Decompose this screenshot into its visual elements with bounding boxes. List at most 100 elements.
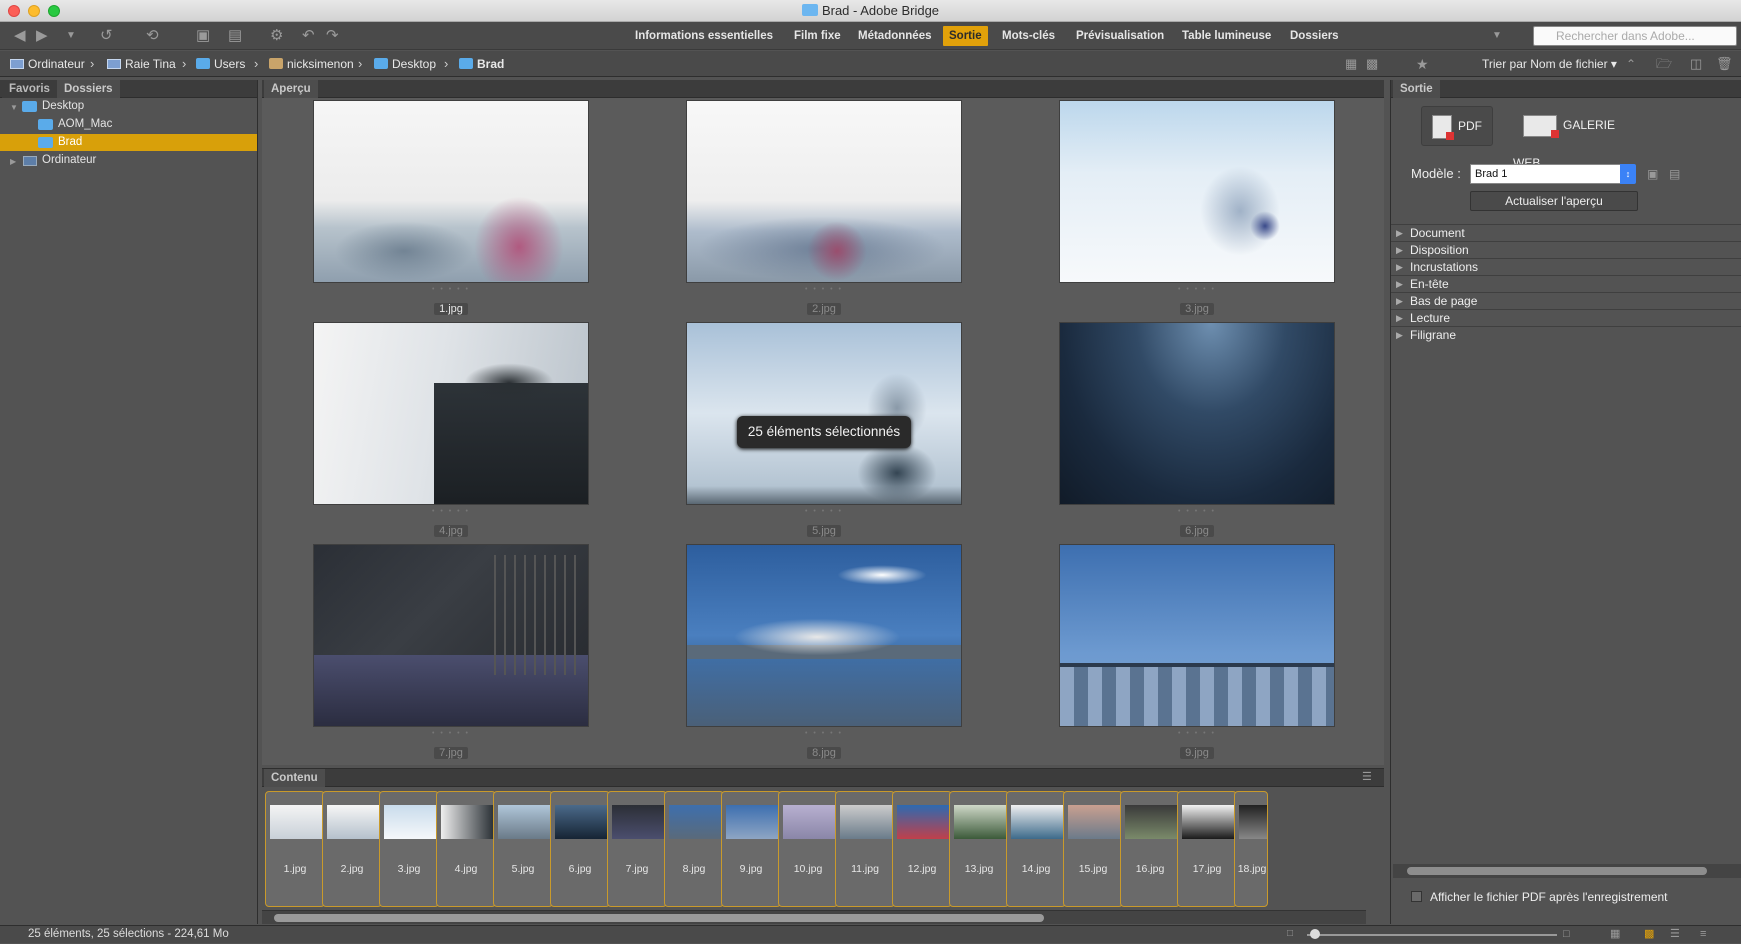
thumbnail-6[interactable] [1059,322,1335,505]
workspace-table-lumineuse[interactable]: Table lumineuse [1176,26,1277,46]
sort-dropdown[interactable]: Trier par Nom de fichier ▾ [1482,56,1617,72]
workspace-informations-essentielles[interactable]: Informations essentielles [629,26,779,46]
output-horizontal-scrollbar[interactable] [1393,864,1741,878]
horizontal-scrollbar[interactable] [262,910,1366,924]
rotate-icon[interactable]: ⟲ [146,26,159,46]
rotate-left-icon[interactable]: ↶ [302,26,315,46]
open-recent-icon[interactable]: 🗁 [1656,54,1672,74]
filmstrip-item[interactable]: 11.jpg [835,791,895,907]
rating-dots[interactable]: • • • • • [686,730,962,737]
details-view-icon[interactable]: ☰ [1670,924,1680,944]
history-dropdown-icon[interactable]: ▼ [66,26,76,46]
filmstrip-item[interactable]: 10.jpg [778,791,838,907]
thumbnail-9[interactable] [1059,544,1335,727]
breadcrumb-desktop[interactable]: Desktop [374,56,436,72]
thumbnail-7[interactable] [313,544,589,727]
workspace-mots-cles[interactable]: Mots-clés [996,26,1061,46]
workspace-metadonnees[interactable]: Métadonnées [852,26,938,46]
rating-dots[interactable]: • • • • • [313,286,589,293]
web-gallery-button[interactable]: GALERIE WEB [1513,106,1643,170]
forward-arrow-icon[interactable]: ▶ [36,26,48,46]
filmstrip-item[interactable]: 1.jpg [265,791,325,907]
tab-dossiers[interactable]: Dossiers [57,80,120,98]
breadcrumb-raie-tina[interactable]: Raie Tina [107,56,176,72]
filmstrip-item[interactable]: 8.jpg [664,791,724,907]
output-section[interactable]: ▶ Bas de page [1391,292,1741,309]
close-window-button[interactable] [8,5,20,17]
output-section[interactable]: ▶ Document [1391,224,1741,241]
rating-dots[interactable]: • • • • • [686,508,962,515]
expand-arrow-icon[interactable]: ▶ [1396,293,1403,309]
scrollbar-thumb[interactable] [274,914,1044,922]
thumbnail-5[interactable] [686,322,962,505]
grid-view-icon[interactable]: ▦ [1345,54,1357,74]
filmstrip-item[interactable]: 18.jpg [1234,791,1268,907]
thumbnail-8[interactable] [686,544,962,727]
show-pdf-checkbox[interactable] [1411,891,1422,902]
filmstrip-item[interactable]: 5.jpg [493,791,553,907]
filmstrip-item[interactable]: 9.jpg [721,791,781,907]
workspace-menu-icon[interactable]: ▼ [1492,26,1502,46]
breadcrumb-ordinateur[interactable]: Ordinateur [10,56,85,72]
camera-icon[interactable]: ▣ [196,26,210,46]
output-section[interactable]: ▶ Disposition [1391,241,1741,258]
tab-sortie[interactable]: Sortie [1393,80,1440,98]
refine-icon[interactable]: ⚙ [270,26,283,46]
filmstrip-item[interactable]: 4.jpg [436,791,496,907]
zoom-out-icon[interactable]: □ [1287,924,1293,944]
expand-arrow-icon[interactable]: ▼ [10,99,18,116]
thumbnail-1[interactable] [313,100,589,283]
tree-item-aom-mac[interactable]: AOM_Mac [0,116,257,133]
list-view-icon[interactable]: ≡ [1700,924,1706,944]
thumbnail-3[interactable] [1059,100,1335,283]
minimize-window-button[interactable] [28,5,40,17]
slider-knob[interactable] [1310,929,1320,939]
workspace-previsualisation[interactable]: Prévisualisation [1070,26,1170,46]
tree-item-desktop[interactable]: ▼ Desktop [0,98,257,115]
new-folder-icon[interactable]: ◫ [1690,54,1702,74]
panel-menu-icon[interactable]: ☰ [1362,767,1372,787]
filmstrip-item[interactable]: 16.jpg [1120,791,1180,907]
rating-dots[interactable]: • • • • • [686,286,962,293]
model-dropdown-icon[interactable]: ↕ [1620,164,1636,184]
collapse-arrow-icon[interactable]: ▶ [10,153,16,170]
filmstrip-item[interactable]: 15.jpg [1063,791,1123,907]
rating-dots[interactable]: • • • • • [1059,730,1335,737]
boomerang-icon[interactable]: ↺ [100,26,113,46]
filmstrip-item[interactable]: 2.jpg [322,791,382,907]
rating-dots[interactable]: • • • • • [1059,286,1335,293]
save-template-icon[interactable]: ▣ [1647,164,1658,184]
search-input[interactable]: Rechercher dans Adobe... [1533,26,1737,46]
sort-ascending-icon[interactable]: ⌃ [1626,54,1636,74]
filmstrip-item[interactable]: 17.jpg [1177,791,1237,907]
workspace-dossiers[interactable]: Dossiers [1284,26,1345,46]
breadcrumb-users[interactable]: Users [196,56,245,72]
rating-dots[interactable]: • • • • • [313,730,589,737]
thumbnail-quality-icon[interactable]: ▩ [1366,54,1378,74]
filmstrip-item[interactable]: 13.jpg [949,791,1009,907]
maximize-window-button[interactable] [48,5,60,17]
filmstrip-item[interactable]: 12.jpg [892,791,952,907]
thumbnail-4[interactable] [313,322,589,505]
thumbnail-size-slider[interactable] [1307,934,1557,936]
show-pdf-option[interactable]: Afficher le fichier PDF après l'enregist… [1411,890,1668,904]
zoom-in-icon[interactable]: □ [1563,924,1570,944]
workspace-film-fixe[interactable]: Film fixe [788,26,847,46]
tree-item-ordinateur[interactable]: ▶ Ordinateur [0,152,257,169]
rating-dots[interactable]: • • • • • [313,508,589,515]
star-filter-icon[interactable]: ★ [1416,54,1429,74]
delete-template-icon[interactable]: ▤ [1669,164,1680,184]
rotate-right-icon[interactable]: ↷ [326,26,339,46]
output-section[interactable]: ▶ Filigrane [1391,326,1741,343]
tab-favoris[interactable]: Favoris [2,80,57,98]
refresh-preview-button[interactable]: Actualiser l'aperçu [1470,191,1638,211]
pdf-button[interactable]: PDF [1421,106,1493,146]
documents-icon[interactable]: ▤ [228,26,242,46]
rating-dots[interactable]: • • • • • [1059,508,1335,515]
filmstrip-item[interactable]: 7.jpg [607,791,667,907]
breadcrumb-brad[interactable]: Brad [459,56,504,72]
thumbnail-view-icon[interactable]: ▩ [1644,924,1654,944]
model-select[interactable]: Brad 1 [1470,164,1622,184]
filmstrip-item[interactable]: 14.jpg [1006,791,1066,907]
output-section[interactable]: ▶ Lecture [1391,309,1741,326]
